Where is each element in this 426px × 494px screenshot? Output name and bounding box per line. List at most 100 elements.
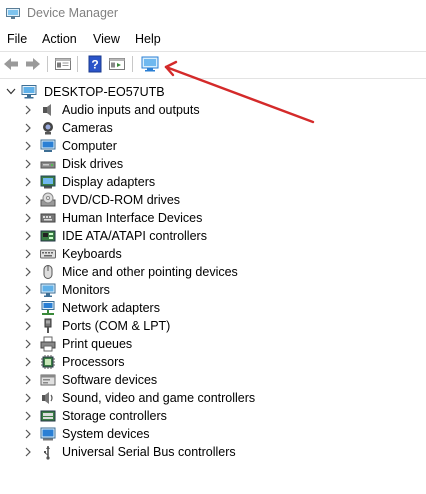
chevron-right-icon[interactable] [24,303,32,313]
chevron-right-icon[interactable] [24,231,32,241]
monitor-icon [40,283,56,297]
back-arrow-icon[interactable] [2,55,20,73]
mouse-icon [43,265,53,279]
forward-arrow-icon[interactable] [24,55,42,73]
chevron-right-icon[interactable] [24,141,32,151]
chevron-right-icon[interactable] [24,159,32,169]
port-icon [44,318,52,333]
help-icon[interactable]: ? [86,55,104,73]
speaker-icon [43,104,51,116]
dvd-drive-icon [40,192,56,207]
toolbar-separator-line [0,78,426,79]
tree-item-label: Disk drives [62,157,124,171]
tree-item-disk-drives[interactable]: Disk drives [0,155,426,173]
tree-item-software-devices[interactable]: Software devices [0,371,426,389]
tree-item-universal-serial-bus-controllers[interactable]: Universal Serial Bus controllers [0,443,426,461]
tree-item-computer[interactable]: Computer [0,137,426,155]
tree-item-cameras[interactable]: Cameras [0,119,426,137]
tree-item-label: Software devices [62,373,158,387]
menu-bar: File Action View Help [0,30,426,50]
tree-item-label: Mice and other pointing devices [62,265,238,279]
computer-name: DESKTOP-EO57UTB [44,85,165,99]
chevron-right-icon[interactable] [24,321,32,331]
tree-item-label: Keyboards [62,247,122,261]
tree-item-print-queues[interactable]: Print queues [0,335,426,353]
tree-item-label: Computer [62,139,117,153]
tree-item-label: Human Interface Devices [62,211,203,225]
tree-item-label: Monitors [62,283,110,297]
tree-root[interactable]: DESKTOP-EO57UTB [0,83,426,101]
chevron-right-icon[interactable] [24,447,32,457]
software-device-icon [40,374,56,386]
tree-item-label: Processors [62,355,125,369]
chevron-right-icon[interactable] [24,213,32,223]
chevron-right-icon[interactable] [24,195,32,205]
tree-item-label: Audio inputs and outputs [62,103,200,117]
tree-item-human-interface-devices[interactable]: Human Interface Devices [0,209,426,227]
chevron-right-icon[interactable] [24,357,32,367]
chevron-right-icon[interactable] [24,411,32,421]
chevron-right-icon[interactable] [24,339,32,349]
window-title: Device Manager [27,6,119,20]
menu-view[interactable]: View [93,32,120,46]
tree-item-monitors[interactable]: Monitors [0,281,426,299]
scan-hardware-changes-icon[interactable] [141,55,159,73]
tree-item-sound-video-and-game-controllers[interactable]: Sound, video and game controllers [0,389,426,407]
tree-item-ports-com-lpt[interactable]: Ports (COM & LPT) [0,317,426,335]
chevron-down-icon[interactable] [6,86,16,96]
hid-icon [40,213,56,223]
tree-item-label: DVD/CD-ROM drives [62,193,181,207]
disk-drive-icon [40,161,56,169]
chevron-right-icon[interactable] [24,285,32,295]
chevron-right-icon[interactable] [24,123,32,133]
tree-item-label: Ports (COM & LPT) [62,319,171,333]
keyboard-icon [40,249,56,259]
svg-text:?: ? [91,58,98,72]
tree-item-dvd-cd-rom-drives[interactable]: DVD/CD-ROM drives [0,191,426,209]
computer-icon [40,139,56,152]
sound-controller-icon [42,392,53,404]
toolbar-separator [132,56,133,72]
tree-item-ide-ata-atapi-controllers[interactable]: IDE ATA/ATAPI controllers [0,227,426,245]
toolbar-separator [47,56,48,72]
tree-item-label: System devices [62,427,150,441]
tree-item-label: Sound, video and game controllers [62,391,256,405]
tree-item-network-adapters[interactable]: Network adapters [0,299,426,317]
chevron-right-icon[interactable] [24,105,32,115]
tree-item-label: Cameras [62,121,113,135]
menu-separator [0,51,426,52]
chevron-right-icon[interactable] [24,177,32,187]
menu-help[interactable]: Help [135,32,161,46]
chevron-right-icon[interactable] [24,393,32,403]
tree-item-storage-controllers[interactable]: Storage controllers [0,407,426,425]
tree-item-label: Network adapters [62,301,160,315]
tree-item-display-adapters[interactable]: Display adapters [0,173,426,191]
tree-item-audio-inputs-and-outputs[interactable]: Audio inputs and outputs [0,101,426,119]
system-device-icon [40,427,56,441]
tree-item-keyboards[interactable]: Keyboards [0,245,426,263]
tree-item-label: Print queues [62,337,133,351]
printer-icon [40,336,56,352]
toolbar-separator [77,56,78,72]
menu-action[interactable]: Action [42,32,77,46]
toolbar: ? [0,53,426,77]
camera-icon [43,122,53,135]
ide-controller-icon [40,230,56,242]
usb-icon [44,446,50,460]
properties-icon[interactable] [54,55,72,73]
menu-file[interactable]: File [7,32,27,46]
tree-item-mice-and-other-pointing-devices[interactable]: Mice and other pointing devices [0,263,426,281]
tree-item-system-devices[interactable]: System devices [0,425,426,443]
storage-controller-icon [40,410,56,422]
show-hide-console-tree-icon[interactable] [108,55,126,73]
chevron-right-icon[interactable] [24,429,32,439]
title-bar: Device Manager [0,0,426,28]
computer-icon [21,85,37,99]
tree-item-label: IDE ATA/ATAPI controllers [62,229,207,243]
tree-item-processors[interactable]: Processors [0,353,426,371]
device-manager-icon [6,8,20,19]
chevron-right-icon[interactable] [24,267,32,277]
tree-item-label: Storage controllers [62,409,167,423]
chevron-right-icon[interactable] [24,249,32,259]
chevron-right-icon[interactable] [24,375,32,385]
